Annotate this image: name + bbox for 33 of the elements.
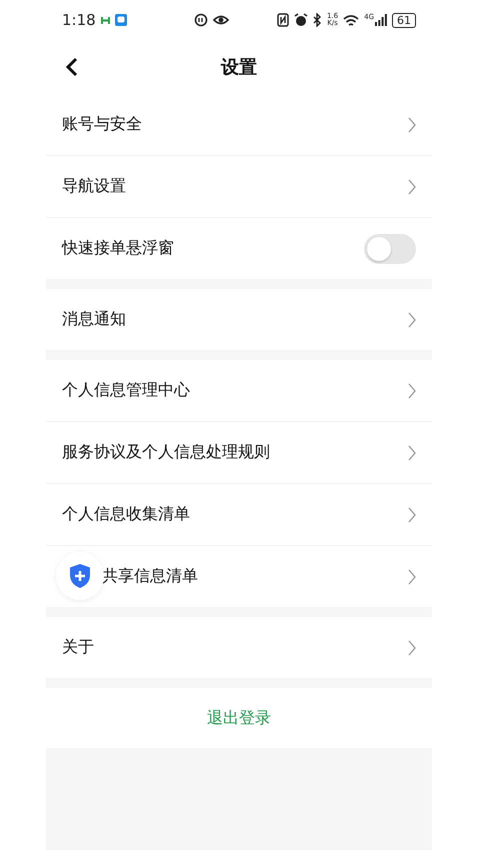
chevron-icon xyxy=(408,506,416,522)
settings-row[interactable]: 导航设置 xyxy=(46,156,432,218)
toggle-switch[interactable] xyxy=(364,234,416,264)
nfc-icon xyxy=(276,13,289,27)
battery-level: 61 xyxy=(392,12,416,28)
wifi-icon xyxy=(343,14,360,26)
settings-row[interactable]: 账号与安全 xyxy=(46,94,432,156)
floating-button[interactable] xyxy=(56,552,104,600)
settings-row[interactable]: 个人信息收集清单 xyxy=(46,484,432,546)
chevron-icon xyxy=(408,444,416,460)
chevron-icon xyxy=(408,116,416,132)
settings-row[interactable]: 服务协议及个人信息处理规则 xyxy=(46,422,432,484)
chevron-icon xyxy=(408,640,416,656)
chevron-icon xyxy=(408,312,416,328)
settings-row[interactable]: 关于 xyxy=(46,617,432,678)
alarm-icon xyxy=(294,13,308,27)
chevron-icon xyxy=(408,382,416,398)
settings-row[interactable]: 消息通知 xyxy=(46,289,432,350)
chevron-icon xyxy=(408,568,416,584)
settings-row[interactable]: 共享信息清单 xyxy=(46,546,432,607)
shield-icon xyxy=(68,563,92,589)
settings-row[interactable]: 快速接单悬浮窗 xyxy=(46,218,432,279)
bluetooth-icon xyxy=(312,13,322,27)
message-icon xyxy=(114,14,127,26)
settings-row[interactable]: 个人信息管理中心 xyxy=(46,360,432,422)
status-time: 1:18 xyxy=(62,11,96,29)
chevron-icon xyxy=(408,178,416,194)
h-icon xyxy=(100,16,110,24)
page-title: 设置 xyxy=(221,56,257,79)
circle-icon xyxy=(194,13,208,27)
signal-icon xyxy=(375,14,387,26)
back-icon xyxy=(66,57,78,77)
eye-icon xyxy=(213,14,230,26)
